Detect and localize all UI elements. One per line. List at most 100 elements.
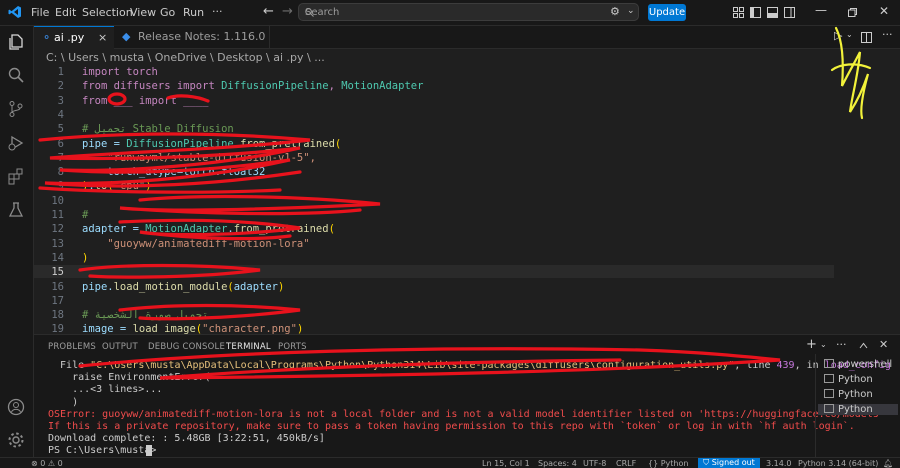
maximize-panel-icon[interactable] — [859, 341, 868, 350]
toggle-panel-icon[interactable] — [767, 7, 778, 18]
terminal-instance-python[interactable]: Python — [824, 374, 873, 385]
breadcrumb[interactable]: C: \ Users \ musta \ OneDrive \ Desktop … — [46, 51, 325, 64]
manage-gear-icon[interactable] — [7, 431, 25, 449]
toggle-secondary-sidebar-icon[interactable] — [784, 7, 795, 18]
panel-more-icon[interactable]: ··· — [836, 338, 847, 351]
source-control-icon[interactable] — [7, 100, 25, 118]
code-line[interactable]: torch_dtype=torch.float32 — [82, 166, 265, 178]
panel-tab-problems[interactable]: PROBLEMS — [48, 342, 96, 352]
line-number: 13 — [51, 237, 64, 250]
line-number: 16 — [51, 280, 64, 293]
copilot-icon[interactable]: ⚙ — [610, 5, 620, 18]
tab-ai-py[interactable]: ⚬ ai .py × — [34, 26, 114, 49]
panel-tab-output[interactable]: OUTPUT — [102, 342, 138, 352]
close-tab-icon[interactable]: × — [98, 27, 107, 49]
terminal-instance-python[interactable]: Python — [824, 389, 873, 400]
explorer-icon[interactable] — [7, 33, 25, 51]
code-line[interactable]: pipe.load_motion_module(adapter) — [82, 281, 284, 293]
code-line[interactable]: # تحميل صورة الشخصية — [82, 309, 208, 321]
current-line-highlight — [34, 265, 834, 279]
terminal-line: ...<3 lines>... — [48, 384, 163, 396]
close-panel-icon[interactable]: ✕ — [879, 338, 888, 351]
terminal-icon — [824, 404, 834, 413]
run-dropdown-icon[interactable]: ⌄ — [846, 30, 853, 39]
code-line[interactable]: from diffusers import DiffusionPipeline,… — [82, 80, 423, 92]
line-number: 1 — [57, 66, 64, 78]
line-number: 3 — [57, 94, 64, 107]
code-line[interactable]: ) — [82, 252, 88, 264]
code-line[interactable]: import torch — [82, 66, 158, 78]
search-view-icon[interactable] — [7, 66, 25, 84]
split-editor-icon[interactable] — [861, 32, 872, 43]
line-number: 12 — [51, 223, 64, 236]
more-actions-icon[interactable]: ··· — [882, 28, 893, 41]
testing-flask-icon[interactable] — [7, 201, 25, 219]
terminal-dropdown-icon[interactable]: ⌄ — [820, 340, 827, 349]
line-number: 6 — [57, 137, 64, 150]
toggle-sidebar-icon[interactable] — [750, 7, 761, 18]
run-debug-icon[interactable] — [7, 134, 25, 152]
code-line[interactable]: adapter = MotionAdapter.from_pretrained( — [82, 223, 335, 235]
restore-icon[interactable] — [848, 8, 857, 17]
extensions-icon[interactable] — [7, 168, 25, 186]
line-number: 7 — [57, 151, 64, 164]
terminal-instance-powershell[interactable]: powershell — [824, 359, 892, 370]
code-line[interactable]: # تحميل Stable Diffusion — [82, 123, 234, 135]
terminal-line-part: , line — [734, 360, 777, 371]
terminal-line: Download complete: : 5.48GB [3:22:51, 45… — [48, 433, 325, 445]
tab-label: Release Notes: 1.116.0 — [138, 30, 266, 43]
minimize-icon[interactable]: — — [815, 3, 827, 17]
line-number: 11 — [51, 209, 64, 221]
activity-bar — [0, 26, 34, 457]
line-number: 14 — [51, 251, 64, 264]
account-icon[interactable] — [7, 398, 25, 416]
status-bar: ⊗ 0 ⚠ 0 Ln 15, Col 1 Spaces: 4 UTF-8 CRL… — [0, 457, 900, 468]
terminal-line: ) — [48, 396, 79, 408]
terminal-line: raise EnvironmentError( — [48, 372, 211, 384]
vscode-tab-icon: ◆ — [122, 30, 131, 43]
code-line[interactable]: "guoyww/animatediff-motion-lora" — [82, 238, 309, 250]
panel-tab-terminal[interactable]: TERMINAL — [226, 342, 271, 355]
tab-release-notes[interactable]: ◆ Release Notes: 1.116.0 — [114, 26, 270, 48]
run-python-icon[interactable]: ▷ — [834, 29, 842, 42]
chevron-down-icon[interactable]: ⌄ — [627, 6, 635, 16]
terminal-icon — [824, 359, 834, 368]
code-line[interactable]: "runwayml/stable-diffusion-v1-5", — [82, 152, 316, 164]
code-line[interactable]: from ___ import ____ — [82, 95, 208, 107]
code-line[interactable]: pipe = DiffusionPipeline.from_pretrained… — [82, 138, 341, 150]
line-number: 4 — [57, 108, 64, 121]
update-button[interactable]: Update — [648, 4, 686, 21]
terminal-line-part[interactable]: 439 — [777, 360, 795, 371]
terminal-cursor — [146, 445, 152, 456]
line-number: 17 — [51, 294, 64, 307]
terminal-line-part: "C:\Users\musta\AppData\Local\Programs\P… — [90, 360, 735, 371]
line-number: 2 — [57, 80, 64, 93]
new-terminal-plus-icon[interactable]: + — [806, 337, 817, 352]
search-placeholder: Search — [305, 7, 340, 18]
terminal-line: OSError: guoyww/animatediff-motion-lora … — [48, 408, 885, 420]
search-box[interactable]: Search — [298, 3, 639, 21]
code-line[interactable]: ).to("cpu") — [82, 180, 152, 192]
menu-edit[interactable]: Edit — [55, 6, 76, 19]
menu-file[interactable]: File — [31, 6, 49, 19]
menu-go[interactable]: Go — [160, 6, 175, 19]
line-number: 9 — [57, 180, 64, 193]
editor-tab-bar: ⚬ ai .py × ◆ Release Notes: 1.116.0 ▷ ⌄ … — [34, 26, 900, 49]
panel-tab-debug-console[interactable]: DEBUG CONSOLE — [148, 342, 225, 352]
terminal-instance-python-active[interactable]: Python — [818, 404, 898, 415]
tab-label: ai .py — [54, 31, 85, 44]
close-window-icon[interactable]: ✕ — [879, 4, 889, 18]
code-line[interactable]: # — [82, 209, 95, 221]
panel-tab-ports[interactable]: PORTS — [278, 342, 307, 352]
terminal-line: If this is a private repository, make su… — [48, 421, 855, 432]
menu-view[interactable]: View — [130, 6, 156, 19]
terminal-line-part: File — [48, 360, 91, 371]
layout-customize-icon[interactable] — [733, 7, 744, 18]
line-number: 10 — [51, 194, 64, 207]
menu-selection[interactable]: Selection — [82, 6, 133, 19]
menu-run[interactable]: Run — [183, 6, 204, 19]
back-arrow-icon[interactable]: ← — [263, 4, 274, 19]
terminal-icon — [824, 389, 834, 398]
forward-arrow-icon[interactable]: → — [282, 4, 293, 19]
more-menu-icon[interactable]: ··· — [212, 5, 223, 18]
